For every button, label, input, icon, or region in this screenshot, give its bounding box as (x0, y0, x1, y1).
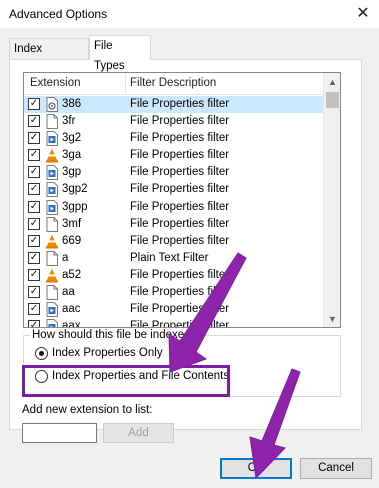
list-item[interactable]: ✓ a Plain Text Filter (24, 250, 340, 267)
cancel-button[interactable]: Cancel (300, 458, 372, 479)
row-extension: 3gp (62, 166, 82, 179)
add-extension-label: Add new extension to list: (22, 404, 153, 416)
column-divider[interactable] (125, 73, 126, 95)
row-checkbox[interactable]: ✓ (28, 320, 40, 327)
media-file-icon (45, 165, 59, 181)
row-filter-description: File Properties filter (130, 183, 230, 196)
annotation-highlight-box (22, 365, 230, 397)
list-header: Extension Filter Description (24, 73, 340, 95)
row-extension: 3fr (62, 115, 76, 128)
row-checkbox[interactable]: ✓ (28, 166, 40, 179)
row-filter-description: File Properties filter (130, 149, 230, 162)
row-checkbox[interactable]: ✓ (28, 98, 40, 110)
file-type-list[interactable]: Extension Filter Description ✓ 386 File Pr… (23, 72, 341, 328)
list-item[interactable]: ✓ 3gpp File Properties filter (24, 199, 340, 216)
row-filter-description: File Properties filter (130, 320, 230, 328)
row-extension: 3ga (62, 149, 82, 162)
blank-file-icon (45, 216, 59, 232)
scroll-down-icon[interactable]: ▼ (324, 310, 340, 327)
index-mode-legend: How should this file be indexed? (30, 329, 199, 341)
tab-index-settings[interactable]: Index Settings (9, 38, 89, 75)
column-header-extension[interactable]: Extension (30, 77, 81, 89)
vertical-scrollbar[interactable]: ▲ ▼ (323, 73, 340, 327)
row-filter-description: File Properties filter (130, 217, 230, 230)
column-header-filter-description[interactable]: Filter Description (130, 77, 216, 89)
row-extension: 669 (62, 234, 82, 247)
blank-file-icon (45, 250, 59, 266)
row-extension: 386 (62, 98, 82, 110)
scroll-up-icon[interactable]: ▲ (324, 73, 340, 90)
row-extension: aac (62, 303, 81, 316)
title-bar: Advanced Options ✕ (0, 0, 379, 28)
row-filter-description: File Properties filter (130, 303, 230, 316)
new-extension-input[interactable] (22, 423, 97, 443)
row-extension: 3mf (62, 217, 82, 230)
tab-label: File Types (94, 40, 125, 72)
list-item[interactable]: ✓ 669 File Properties filter (24, 233, 340, 250)
close-icon[interactable]: ✕ (351, 2, 375, 24)
row-checkbox[interactable]: ✓ (28, 303, 40, 316)
row-filter-description: Plain Text Filter (130, 251, 209, 264)
row-filter-description: File Properties filter (130, 132, 230, 145)
row-checkbox[interactable]: ✓ (28, 234, 40, 247)
row-checkbox[interactable]: ✓ (28, 268, 40, 281)
tab-file-types[interactable]: File Types (89, 35, 151, 72)
row-extension: aa (62, 286, 75, 299)
dialog-body: Index Settings File Types Extension Filt… (0, 28, 379, 488)
list-item[interactable]: ✓ aa File Properties filter (24, 284, 340, 301)
row-extension: 3g2 (62, 132, 82, 145)
list-rows: ✓ 386 File Properties filter ✓ 3fr File Prope… (24, 96, 340, 328)
row-filter-description: File Properties filter (130, 268, 230, 281)
row-filter-description: File Properties filter (130, 166, 230, 179)
list-item[interactable]: ✓ a52 File Properties filter (24, 267, 340, 284)
scroll-thumb[interactable] (326, 92, 339, 108)
list-item[interactable]: ✓ aax File Properties filter (24, 318, 340, 328)
row-extension: 3gp2 (62, 183, 88, 196)
list-item[interactable]: ✓ 3mf File Properties filter (24, 216, 340, 233)
blank-file-icon (45, 285, 59, 301)
media-file-icon (45, 319, 59, 327)
add-button[interactable]: Add (103, 423, 174, 443)
row-filter-description: File Properties filter (130, 115, 230, 128)
vlc-cone-icon (45, 268, 59, 283)
media-file-icon (45, 302, 59, 318)
row-filter-description: File Properties filter (130, 98, 230, 110)
list-item[interactable]: ✓ 3fr File Properties filter (24, 113, 340, 130)
row-filter-description: File Properties filter (130, 234, 230, 247)
media-file-icon (45, 199, 59, 215)
row-checkbox[interactable]: ✓ (28, 200, 40, 213)
window-title: Advanced Options (9, 7, 108, 21)
row-checkbox[interactable]: ✓ (28, 149, 40, 162)
list-item[interactable]: ✓ 3gp File Properties filter (24, 164, 340, 181)
row-extension: a (62, 251, 69, 264)
media-file-icon (45, 131, 59, 147)
settings-file-icon (45, 97, 59, 112)
row-extension: a52 (62, 268, 82, 281)
radio-selected-dot (39, 351, 44, 356)
list-item[interactable]: ✓ 3ga File Properties filter (24, 147, 340, 164)
list-item[interactable]: ✓ 3g2 File Properties filter (24, 130, 340, 147)
ok-button[interactable]: OK (220, 458, 292, 479)
radio-button[interactable] (35, 347, 48, 360)
row-checkbox[interactable]: ✓ (28, 286, 40, 299)
row-filter-description: File Properties filter (130, 200, 230, 213)
row-checkbox[interactable]: ✓ (28, 115, 40, 128)
vlc-cone-icon (45, 148, 59, 163)
list-item[interactable]: ✓ 3gp2 File Properties filter (24, 181, 340, 198)
radio-label[interactable]: Index Properties Only (52, 347, 163, 359)
row-extension: 3gpp (62, 200, 88, 213)
row-filter-description: File Properties filter (130, 286, 230, 299)
media-file-icon (45, 182, 59, 198)
blank-file-icon (45, 114, 59, 130)
row-extension: aax (62, 320, 81, 328)
vlc-cone-icon (45, 234, 59, 249)
list-item[interactable]: ✓ 386 File Properties filter (24, 96, 340, 114)
row-checkbox[interactable]: ✓ (28, 183, 40, 196)
row-checkbox[interactable]: ✓ (28, 217, 40, 230)
row-checkbox[interactable]: ✓ (28, 132, 40, 145)
list-item[interactable]: ✓ aac File Properties filter (24, 301, 340, 318)
row-checkbox[interactable]: ✓ (28, 251, 40, 264)
